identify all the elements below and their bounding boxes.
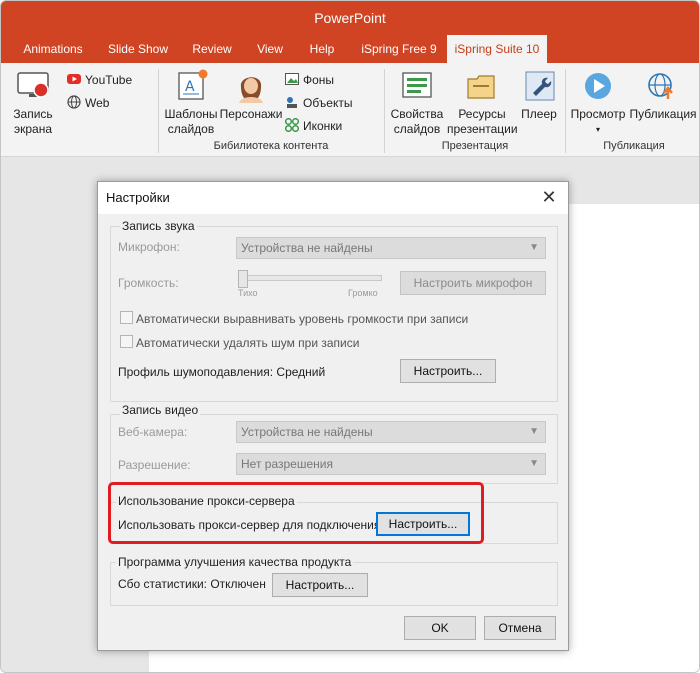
slider-min-label: Тихо — [238, 288, 258, 298]
record-screen-label-1: Запись — [13, 107, 53, 121]
backgrounds-label: Фоны — [303, 73, 335, 87]
preview-label: Просмотр — [570, 107, 626, 121]
characters-button[interactable]: Персонажи — [219, 107, 283, 122]
chevron-down-icon: ▼ — [529, 458, 539, 469]
ribbon-separator — [565, 69, 566, 153]
resources-label-1: Ресурсы — [458, 107, 506, 121]
slide-properties-label-2: слайдов — [393, 122, 441, 136]
auto-noise-label: Автоматически удалять шум при записи — [136, 336, 360, 350]
icons-label: Иконки — [303, 119, 343, 133]
slider-max-label: Громко — [348, 288, 378, 298]
quality-group-title: Программа улучшения качества продукта — [116, 555, 354, 569]
chevron-down-icon: ▼ — [529, 426, 539, 437]
record-screen-button[interactable]: Запись экрана — [3, 107, 63, 137]
resolution-label: Разрешение: — [118, 458, 191, 472]
webcam-label: Веб-камера: — [118, 425, 188, 439]
slide-properties-icon — [401, 71, 433, 104]
youtube-button[interactable]: YouTube — [67, 71, 132, 89]
volume-slider-thumb[interactable] — [238, 270, 248, 288]
web-label: Web — [85, 96, 110, 110]
dialog-title: Настройки — [98, 182, 568, 214]
preview-button[interactable]: Просмотр ▾ — [567, 107, 629, 137]
objects-label: Объекты — [303, 96, 353, 110]
statistics-setup-button[interactable]: Настроить... — [272, 573, 368, 597]
youtube-icon — [67, 72, 81, 86]
resources-icon — [465, 71, 497, 104]
auto-level-checkbox[interactable] — [120, 311, 133, 324]
tab-slide-show[interactable]: Slide Show — [99, 35, 177, 63]
slide-properties-label-1: Свойства — [390, 107, 444, 121]
templates-icon: A — [177, 69, 209, 104]
icons-gallery-icon — [284, 117, 300, 133]
mic-select[interactable]: Устройства не найдены ▼ — [236, 237, 546, 259]
youtube-label: YouTube — [85, 73, 133, 87]
settings-dialog: Настройки ✕ Запись звука Микрофон: Устро… — [97, 181, 569, 651]
tab-review[interactable]: Review — [183, 35, 241, 63]
webcam-select-value: Устройства не найдены — [241, 425, 373, 439]
tab-ispring-suite[interactable]: iSpring Suite 10 — [447, 35, 547, 63]
tab-animations[interactable]: Animations — [9, 35, 97, 63]
cancel-button[interactable]: Отмена — [484, 616, 556, 640]
svg-text:A: A — [185, 79, 195, 95]
resources-button[interactable]: Ресурсы презентации — [447, 107, 518, 137]
tab-view[interactable]: View — [247, 35, 293, 63]
record-screen-label-2: экрана — [13, 122, 53, 136]
chevron-down-icon: ▼ — [529, 242, 539, 253]
character-icon — [235, 69, 267, 106]
presentation-group-label: Презентация — [441, 140, 509, 152]
ribbon: Запись экрана YouTube Web A Шаблоны слай… — [1, 63, 699, 157]
wrench-icon — [525, 71, 555, 104]
auto-noise-checkbox[interactable] — [120, 335, 133, 348]
templates-label-1: Шаблоны — [164, 107, 218, 121]
player-label: Плеер — [521, 107, 557, 121]
record-screen-icon — [17, 71, 51, 104]
icons-button[interactable]: Иконки — [284, 117, 343, 135]
webcam-select[interactable]: Устройства не найдены ▼ — [236, 421, 546, 443]
player-button[interactable]: Плеер — [517, 107, 561, 122]
noise-setup-button[interactable]: Настроить... — [400, 359, 496, 383]
ribbon-separator — [158, 69, 159, 153]
volume-label: Громкость: — [118, 276, 179, 290]
audio-group-title: Запись звука — [120, 219, 197, 233]
objects-icon — [285, 95, 299, 109]
tab-ispring-free[interactable]: iSpring Free 9 — [353, 35, 445, 63]
objects-button[interactable]: Объекты — [285, 94, 353, 112]
auto-level-label: Автоматически выравнивать уровень громко… — [136, 312, 469, 326]
volume-slider-track[interactable] — [238, 275, 382, 281]
statistics-label: Сбо статистики: Отключен — [118, 577, 266, 591]
ribbon-separator — [384, 69, 385, 153]
app-title: PowerPoint — [1, 1, 699, 35]
characters-label: Персонажи — [219, 107, 283, 121]
play-icon — [583, 71, 613, 104]
resolution-select[interactable]: Нет разрешения ▼ — [236, 453, 546, 475]
close-icon[interactable]: ✕ — [540, 188, 558, 206]
templates-label-2: слайдов — [167, 122, 215, 136]
proxy-highlight-frame — [108, 482, 484, 544]
web-button[interactable]: Web — [67, 94, 109, 112]
setup-mic-button[interactable]: Настроить микрофон — [400, 271, 546, 295]
preview-dropdown-arrow[interactable]: ▾ — [567, 122, 629, 137]
web-icon — [67, 95, 81, 109]
tab-help[interactable]: Help — [299, 35, 345, 63]
slide-properties-button[interactable]: Свойства слайдов — [387, 107, 447, 137]
publish-label: Публикация — [629, 107, 697, 121]
noise-profile-label: Профиль шумоподавления: Средний — [118, 365, 326, 379]
resolution-select-value: Нет разрешения — [241, 457, 333, 471]
mic-select-value: Устройства не найдены — [241, 241, 373, 255]
templates-button[interactable]: Шаблоны слайдов — [161, 107, 221, 137]
backgrounds-button[interactable]: Фоны — [285, 71, 334, 89]
video-group-title: Запись видео — [120, 403, 201, 417]
ok-button[interactable]: OK — [404, 616, 476, 640]
library-group-label: Бибилиотека контента — [213, 140, 329, 152]
resources-label-2: презентации — [447, 122, 518, 136]
publish-button[interactable]: Публикация — [629, 107, 697, 122]
mic-label: Микрофон: — [118, 240, 180, 254]
publish-globe-icon — [646, 71, 676, 104]
picture-icon — [285, 72, 299, 86]
publish-group-label: Публикация — [603, 140, 665, 152]
ribbon-tabs: Animations Slide Show Review View Help i… — [1, 35, 699, 63]
